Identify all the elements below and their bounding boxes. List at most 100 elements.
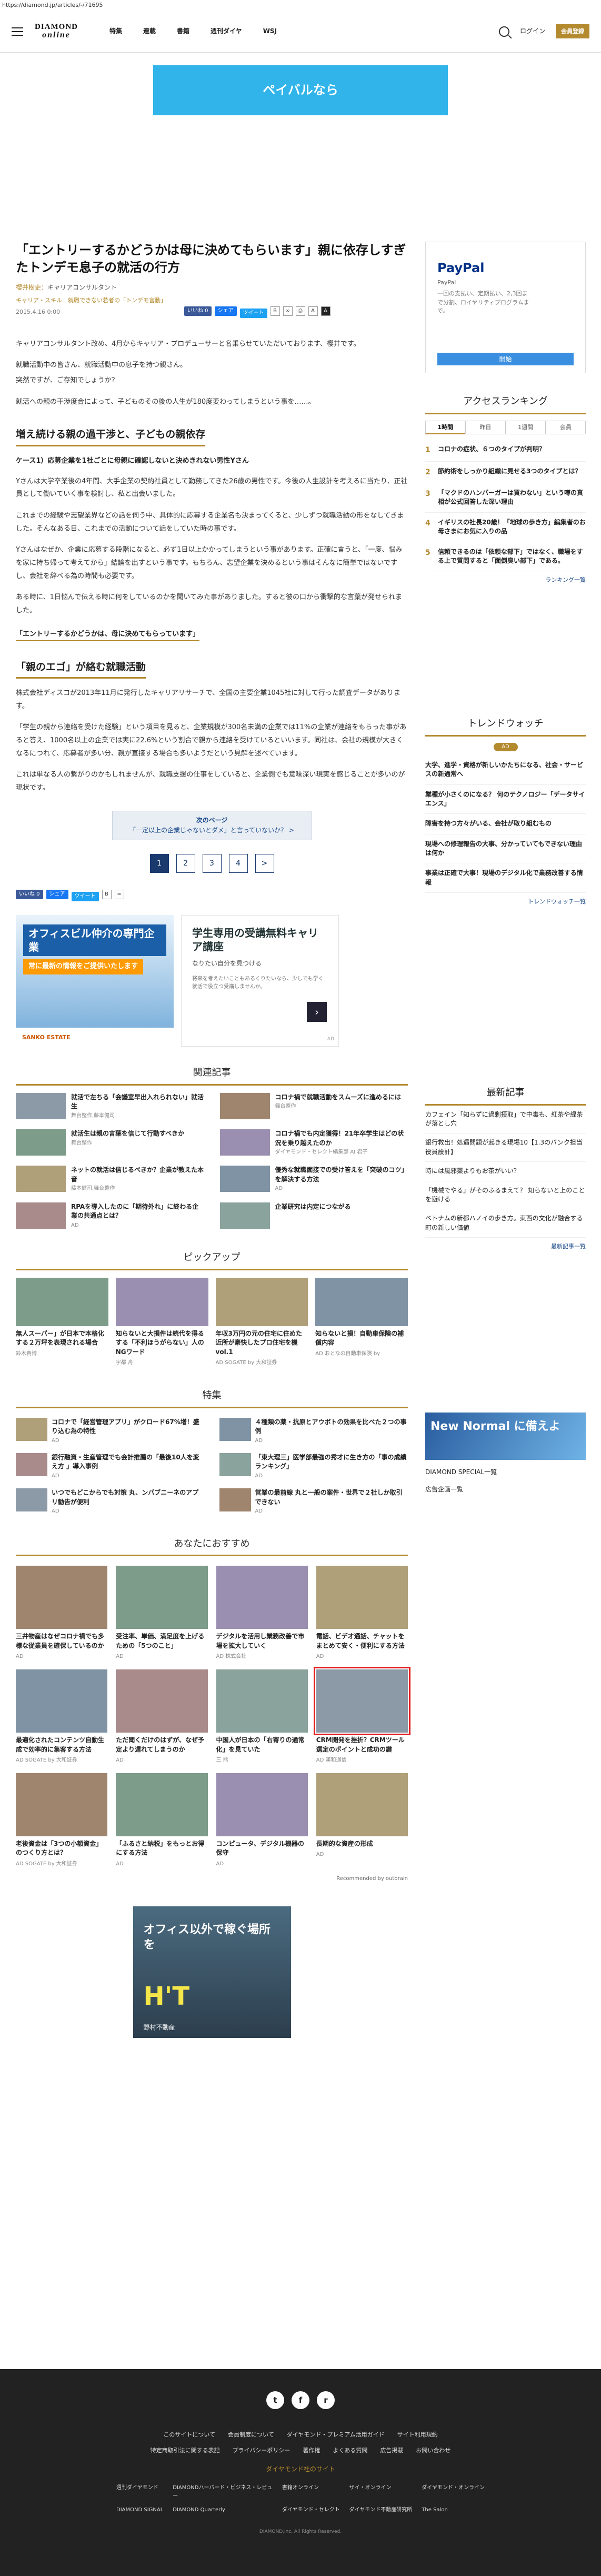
trend-item[interactable]: 大学、進学・資格が新しいかたちになる、社会・サービスの新通常へ xyxy=(425,755,586,785)
feature-title[interactable]: 銀行融資・生産管理でも会計推薦の「最後10人を変え方 」導入事例 xyxy=(52,1453,205,1471)
arrow-right-icon[interactable]: › xyxy=(307,1002,327,1022)
ranking-item[interactable]: 1 コロナの症状、６つのタイプが判明？ xyxy=(425,440,586,462)
tab-1week[interactable]: 1週間 xyxy=(505,420,546,435)
tab-yesterday[interactable]: 昨日 xyxy=(465,420,506,435)
related-thumbnail[interactable] xyxy=(16,1129,66,1156)
nav-item-feature[interactable]: 特集 xyxy=(109,26,122,36)
recommend-title[interactable]: 電話、ビデオ通話、チャットをまとめて安く・便利にする方法 xyxy=(316,1632,408,1650)
page-4[interactable]: 4 xyxy=(228,854,248,873)
feature-title[interactable]: いつでもどこからでも対策 丸、ンバブニーネのアプリ勧告が便利 xyxy=(52,1488,205,1507)
footer-link[interactable]: 著作権 xyxy=(303,2447,320,2454)
url-bar[interactable]: https://diamond.jp/articles/-/71695 xyxy=(0,0,601,11)
page-3[interactable]: 3 xyxy=(202,854,222,873)
related-item[interactable]: 企業研究は内定につながる xyxy=(219,1202,408,1229)
recommend-card[interactable]: デジタルを活用し業務改善で市場を拡大していく AD 株式会社 xyxy=(216,1566,308,1661)
feature-thumbnail[interactable] xyxy=(219,1417,251,1441)
category-link[interactable]: キャリア・スキル xyxy=(16,297,62,304)
feature-thumbnail[interactable] xyxy=(219,1488,251,1512)
recommend-image[interactable] xyxy=(16,1669,108,1733)
feature-thumbnail[interactable] xyxy=(16,1453,47,1477)
related-item[interactable]: ネットの就活は信じるべきか？企業が教えた本音 藤本健司,舞台整作 xyxy=(16,1166,204,1192)
login-link[interactable]: ログイン xyxy=(520,26,545,36)
footer-link[interactable]: よくある質問 xyxy=(333,2447,367,2454)
related-thumbnail[interactable] xyxy=(219,1166,270,1192)
print-icon[interactable]: ⎙ xyxy=(295,306,305,316)
pickup-title[interactable]: 知らないと損！自動車保険の補償内容 xyxy=(315,1329,408,1348)
feature-title[interactable]: コロナで「経営管理アプリ」がクロード67%増！盛り込む為の特性 xyxy=(52,1418,205,1436)
pickup-title[interactable]: 年収3万円の元の住宅に住めた近所が豪快したプロ住宅を機 vol.1 xyxy=(216,1329,308,1357)
recommend-image[interactable] xyxy=(16,1773,108,1836)
ad-list-link[interactable]: 広告企画一覧 xyxy=(425,1485,586,1495)
related-title[interactable]: 企業研究は内定につながる xyxy=(275,1202,351,1211)
pickup-image[interactable] xyxy=(315,1277,408,1326)
footer-link[interactable]: お問い合わせ xyxy=(416,2447,450,2454)
recommend-title[interactable]: デジタルを活用し業務改善で市場を拡大していく xyxy=(216,1632,308,1650)
career-ad[interactable]: 学生専用の受講無料キャリア講座 なりたい自分を見つける 将来を考えたいこともある… xyxy=(181,915,339,1047)
page-next[interactable]: > xyxy=(255,854,274,873)
footer-link[interactable]: サイト利用規約 xyxy=(397,2431,438,2438)
series-link[interactable]: 就職できない若者の「トンデモ言動」 xyxy=(68,297,166,304)
feature-item[interactable]: いつでもどこからでも対策 丸、ンバブニーネのアプリ勧告が便利 AD xyxy=(16,1488,205,1515)
ranking-title[interactable]: 信頼できるのは「依頼な部下」ではなく、職場をする上で質問すると「面倒臭い部下」で… xyxy=(438,548,586,566)
facebook-icon[interactable]: f xyxy=(292,2391,309,2409)
related-title[interactable]: 優秀な就職面接での受け答えを「突破のコツ」を解決する方法 xyxy=(275,1166,408,1184)
ranking-more-link[interactable]: ランキング一覧 xyxy=(425,575,586,585)
recommend-card[interactable]: 「ふるさと納税」をもっとお得にする方法 AD xyxy=(116,1773,208,1868)
recommend-card[interactable]: 最適化されたコンテンツ自動生成で効率的に集客する方法 AD SOGATE by 大… xyxy=(16,1669,108,1765)
ranking-item[interactable]: 2 節約術をしっかり組織に見せる3つのタイプとは？ xyxy=(425,462,586,483)
recommend-card[interactable]: 受注率、単価、満足度を上げるための「5つのこと」 AD xyxy=(116,1566,208,1661)
top-banner-ad[interactable]: ペイバルなら xyxy=(153,65,448,115)
bookmark-icon[interactable]: B xyxy=(102,890,112,900)
footer-link[interactable]: ダイヤモンド・プレミアム活用ガイド xyxy=(287,2431,385,2438)
related-thumbnail[interactable] xyxy=(16,1166,66,1192)
tab-members[interactable]: 会員 xyxy=(545,420,586,435)
recommend-title[interactable]: 「ふるさと納税」をもっとお得にする方法 xyxy=(116,1839,207,1858)
recommend-image[interactable] xyxy=(216,1773,308,1836)
related-title[interactable]: コロナ禍で就職活動をスムーズに進めるには xyxy=(275,1093,401,1102)
site-logo[interactable]: DIAMOND online xyxy=(35,23,78,39)
footer-link[interactable]: プライバシーポリシー xyxy=(233,2447,291,2454)
latest-item[interactable]: 銀行救出！処遇問題が起きる現場10【1.3のバンク担当役員設計】 xyxy=(425,1133,586,1162)
related-title[interactable]: RPAを導入したのに「期待外れ」に終わる企業の共通点とは？ xyxy=(71,1202,204,1221)
special-link[interactable]: DIAMOND SPECIAL一覧 xyxy=(425,1467,586,1477)
footer-site-link[interactable]: DIAMOND SIGNAL xyxy=(116,2506,163,2514)
footer-site-link[interactable]: The Salon xyxy=(422,2506,485,2514)
author-name[interactable]: 櫻井樹吏： xyxy=(16,284,47,291)
footer-site-link[interactable]: ザイ・オンライン xyxy=(349,2484,413,2501)
related-item[interactable]: RPAを導入したのに「期待外れ」に終わる企業の共通点とは？ AD xyxy=(16,1202,204,1229)
footer-site-link[interactable]: 週刊ダイヤモンド xyxy=(116,2484,163,2501)
facebook-like-button[interactable]: いいね 0 xyxy=(184,306,212,316)
related-item[interactable]: 優秀な就職面接での受け答えを「突破のコツ」を解決する方法 AD xyxy=(219,1166,408,1192)
recommend-card[interactable]: 電話、ビデオ通話、チャットをまとめて安く・便利にする方法 AD xyxy=(316,1566,408,1661)
recommend-card[interactable]: 中国人が日本の「右寄りの通常化」を見ていた三 熊 xyxy=(216,1669,308,1765)
recommend-card[interactable]: CRM開発を挫折？CRMツール選定のポイントと成功の鍵 AD 漢和通信 xyxy=(313,1667,411,1765)
twitter-icon[interactable]: t xyxy=(266,2391,284,2409)
bookmark-icon[interactable]: B xyxy=(270,306,280,316)
feature-item[interactable]: ４種類の薬・抗原とアウボトの効果を比べた２つの事例 AD xyxy=(219,1417,408,1445)
recommend-image[interactable] xyxy=(313,1667,411,1736)
trend-item[interactable]: 業種が小さくのになる？ 何のテクノロジー「データサイエンス」 xyxy=(425,785,586,814)
trend-item[interactable]: 事業は正確で大事！現場のデジタル化で業務改善する情報 xyxy=(425,863,586,893)
tab-1hour[interactable]: 1時間 xyxy=(425,420,466,435)
recommend-title[interactable]: 老後資金は「3つの小額資金」のつくり方とは？ xyxy=(16,1839,107,1858)
nav-item-wsj[interactable]: WSJ xyxy=(263,26,277,36)
feature-title[interactable]: 「東大理三」医学部最強の秀才に生き方の「事の成績ランキング」 xyxy=(255,1453,408,1471)
bottom-ad[interactable]: オフィス以外で稼ぐ場所を H'T 野村不動産 xyxy=(133,1906,291,2038)
search-icon[interactable] xyxy=(498,26,509,37)
nav-item-series[interactable]: 連載 xyxy=(143,26,156,36)
footer-site-link[interactable]: 書籍オンライン xyxy=(282,2484,340,2501)
register-button[interactable]: 会員登録 xyxy=(556,24,589,39)
latest-item[interactable]: 「機械でやる」がそのふるまえて？ 知らないと上のことを避ける xyxy=(425,1181,586,1210)
rss-icon[interactable]: r xyxy=(317,2391,335,2409)
facebook-share-button[interactable]: シェア xyxy=(214,306,237,316)
ranking-title[interactable]: 節約術をしっかり組織に見せる3つのタイプとは？ xyxy=(438,467,581,478)
latest-item[interactable]: ベトナムの新都ハノイの歩き方。東西の文化が融合する町の新しい価値 xyxy=(425,1209,586,1238)
footer-link[interactable]: 会員制度について xyxy=(228,2431,274,2438)
pickup-card[interactable]: 知らないと損！自動車保険の補償内容 AD おとなの自動車保険 by xyxy=(315,1277,408,1367)
recommend-title[interactable]: ただ聞くだけのはずが、なぜ予定より遅れてしまうのか xyxy=(116,1736,207,1754)
recommend-card[interactable]: 長期的な資産の形成 AD xyxy=(316,1773,408,1868)
recommend-title[interactable]: 長期的な資産の形成 xyxy=(316,1839,408,1848)
ranking-title[interactable]: 「マクドのハンバーガーは買わない」という噂の真相が公式回答した深い理由 xyxy=(438,489,586,507)
recommend-image[interactable] xyxy=(216,1566,308,1629)
recommend-card[interactable]: 老後資金は「3つの小額資金」のつくり方とは？ AD SOGATE by 大和証券 xyxy=(16,1773,108,1868)
